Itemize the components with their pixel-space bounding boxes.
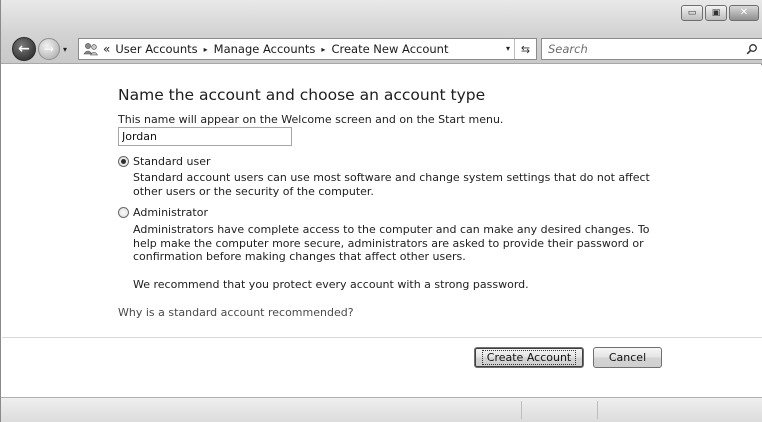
window-chrome: ▭ ▣ ✕ ← → ▾ « User Accounts ▸ Manage Acc… <box>1 0 762 64</box>
forward-button[interactable]: → <box>38 38 60 60</box>
breadcrumb-user-accounts[interactable]: User Accounts <box>115 42 197 56</box>
page-title: Name the account and choose an account t… <box>118 86 486 104</box>
standard-user-description: Standard account users can use most soft… <box>133 171 650 198</box>
administrator-description: Administrators have complete access to t… <box>133 223 650 263</box>
maximize-button[interactable]: ▣ <box>705 5 727 21</box>
search-box[interactable] <box>541 38 762 60</box>
close-button[interactable]: ✕ <box>729 5 759 21</box>
search-icon[interactable] <box>742 43 762 55</box>
administrator-label[interactable]: Administrator <box>133 206 208 219</box>
close-icon: ✕ <box>739 7 749 18</box>
status-bar <box>1 397 762 422</box>
minimize-icon: ▭ <box>687 7 697 18</box>
back-button[interactable]: ← <box>12 37 36 61</box>
refresh-button[interactable]: ⇆ <box>514 39 536 59</box>
standard-user-label[interactable]: Standard user <box>133 155 211 168</box>
caption-buttons: ▭ ▣ ✕ <box>679 5 759 21</box>
breadcrumb-manage-accounts[interactable]: Manage Accounts <box>214 42 316 56</box>
forward-arrow-icon: → <box>43 42 55 56</box>
overflow-chevron-icon[interactable]: « <box>103 42 110 56</box>
status-divider <box>597 401 598 419</box>
chevron-down-icon: ▾ <box>63 45 68 54</box>
name-hint-text: This name will appear on the Welcome scr… <box>118 113 504 126</box>
breadcrumb-separator-icon[interactable]: ▸ <box>204 45 208 54</box>
cancel-button[interactable]: Cancel <box>593 347 662 368</box>
standard-account-help-link[interactable]: Why is a standard account recommended? <box>118 306 354 319</box>
address-dropdown-icon[interactable]: ▾ <box>506 44 510 53</box>
administrator-radio[interactable] <box>118 207 129 218</box>
back-arrow-icon: ← <box>18 40 30 57</box>
cancel-label: Cancel <box>608 351 647 364</box>
account-name-input[interactable] <box>118 127 292 146</box>
search-input[interactable] <box>542 42 742 56</box>
create-account-button[interactable]: Create Account <box>474 347 584 368</box>
create-account-label: Create Account <box>481 350 577 365</box>
address-bar[interactable]: « User Accounts ▸ Manage Accounts ▸ Crea… <box>78 38 537 60</box>
refresh-icon: ⇆ <box>520 42 531 56</box>
password-recommendation: We recommend that you protect every acco… <box>133 278 529 291</box>
minimize-button[interactable]: ▭ <box>681 5 703 21</box>
status-divider <box>521 401 522 419</box>
standard-user-option[interactable]: Standard user <box>118 155 211 168</box>
control-panel-window: ▭ ▣ ✕ ← → ▾ « User Accounts ▸ Manage Acc… <box>0 0 762 422</box>
maximize-icon: ▣ <box>711 7 721 18</box>
user-accounts-icon <box>82 41 100 57</box>
standard-user-radio[interactable] <box>118 156 129 167</box>
breadcrumb-create-new-account[interactable]: Create New Account <box>331 42 448 56</box>
administrator-option[interactable]: Administrator <box>118 206 208 219</box>
recent-pages-dropdown[interactable]: ▾ <box>63 45 67 54</box>
breadcrumb-separator-icon[interactable]: ▸ <box>321 45 325 54</box>
